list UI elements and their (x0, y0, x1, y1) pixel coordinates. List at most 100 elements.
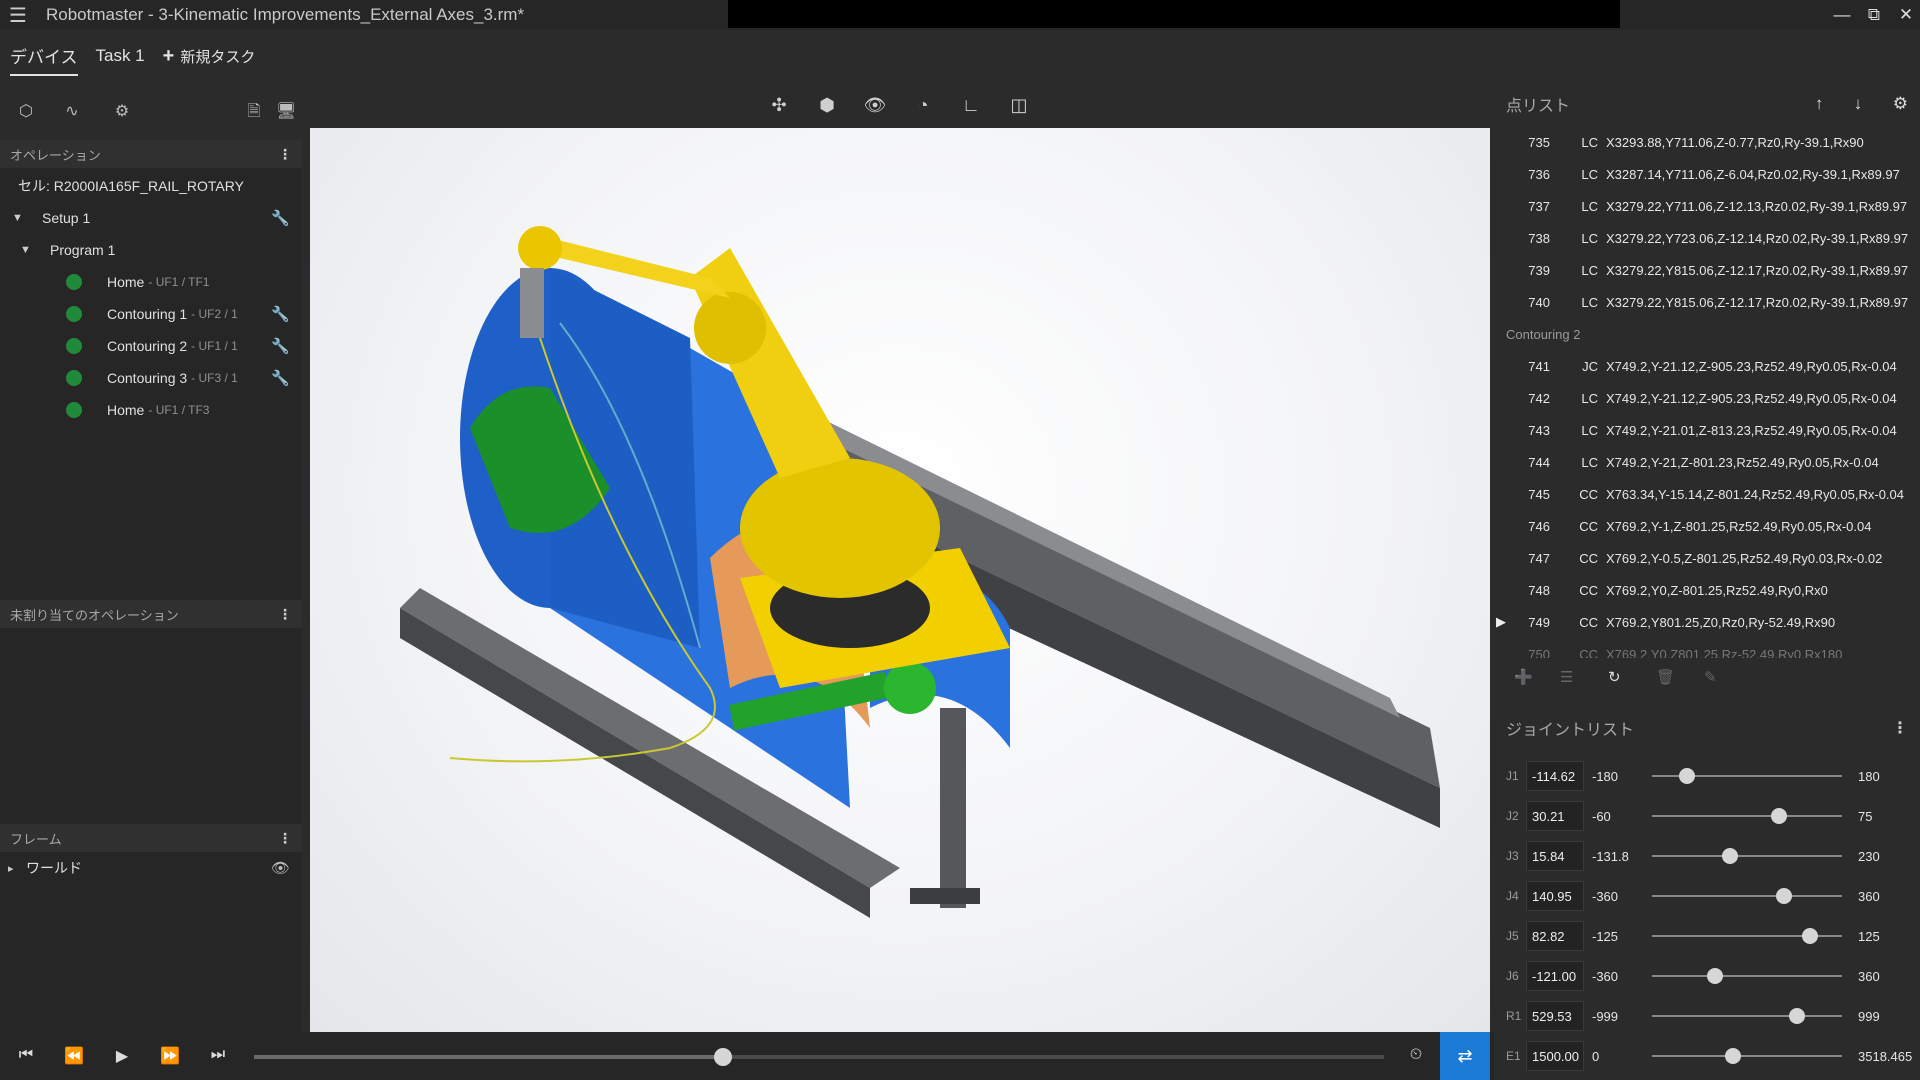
chevron-down-icon[interactable]: ▼ (20, 244, 32, 256)
point-row[interactable]: 736 LC X3287.14,Y711.06,Z-6.04,Rz0.02,Ry-3… (1494, 158, 1920, 190)
kebab-icon[interactable]: ⋮ (278, 830, 292, 847)
world-row[interactable]: ▸ ワールド 👁 (0, 852, 302, 884)
joint-value-input[interactable]: -121.00 (1526, 961, 1584, 991)
joint-value-input[interactable]: 529.53 (1526, 1001, 1584, 1031)
list-icon[interactable]: ☰ (1560, 668, 1573, 686)
cell-row[interactable]: セル: R2000IA165F_RAIL_ROTARY (0, 170, 302, 202)
joint-value-input[interactable]: -114.62 (1526, 761, 1584, 791)
trash-icon[interactable]: 🗑 (1656, 668, 1675, 686)
joint-value-input[interactable]: 15.84 (1526, 841, 1584, 871)
close-icon[interactable]: ✕ (1890, 0, 1920, 30)
minimize-icon[interactable]: — (1826, 0, 1858, 30)
kebab-icon[interactable]: ⋮ (1892, 718, 1908, 738)
gear-icon[interactable]: ⚙ (1893, 94, 1908, 113)
joint-slider-track[interactable] (1652, 895, 1842, 897)
point-row[interactable]: 742 LC X749.2,Y-21.12,Z-905.23,Rz52.49,Ry0… (1494, 382, 1920, 414)
skip-end-icon[interactable]: ⏭ (208, 1046, 228, 1064)
joint-slider-track[interactable] (1652, 975, 1842, 977)
kebab-icon[interactable]: ⋮ (278, 606, 292, 623)
joint-slider-thumb[interactable] (1724, 1048, 1741, 1064)
fit-view-icon[interactable]: ✣ (766, 92, 792, 118)
wrench-icon[interactable]: 🔧 (271, 369, 290, 387)
point-row[interactable]: 735 LC X3293.88,Y711.06,Z-0.77,Rz0,Ry-39.1… (1494, 126, 1920, 158)
operation-row[interactable]: Contouring 1 - UF2 / 1 🔧 (0, 298, 302, 330)
point-type: LC (1581, 198, 1598, 214)
point-row[interactable]: 745 CC X763.34,Y-15.14,Z-801.24,Rz52.49,Ry… (1494, 478, 1920, 510)
tab-device[interactable]: デバイス (10, 37, 78, 76)
skip-start-icon[interactable]: ⏮ (16, 1046, 36, 1064)
fast-forward-icon[interactable]: ⏩ (160, 1046, 180, 1066)
joint-name: J2 (1506, 809, 1519, 823)
eye-icon[interactable]: 👁 (862, 92, 888, 118)
joint-slider-thumb[interactable] (1789, 1008, 1806, 1024)
gear-icon[interactable]: ⚙ (112, 102, 132, 122)
joint-slider-thumb[interactable] (1776, 888, 1793, 904)
point-row[interactable]: 746 CC X769.2,Y-1,Z-801.25,Rz52.49,Ry0.05,… (1494, 510, 1920, 542)
point-row[interactable]: 743 LC X749.2,Y-21.01,Z-813.23,Rz52.49,Ry0… (1494, 414, 1920, 446)
new-task-button[interactable]: + 新規タスク (163, 45, 256, 68)
3d-viewport[interactable] (310, 128, 1490, 1032)
operation-row[interactable]: Contouring 3 - UF3 / 1 🔧 (0, 362, 302, 394)
point-row[interactable]: 748 CC X769.2,Y0,Z-801.25,Rz52.49,Ry0,Rx0 (1494, 574, 1920, 606)
edit-icon[interactable]: ✎ (1704, 668, 1717, 686)
point-type: CC (1579, 486, 1598, 502)
joint-value-input[interactable]: 82.82 (1526, 921, 1584, 951)
speed-icon[interactable]: ⏲ (1406, 1046, 1426, 1064)
point-list[interactable]: 735 LC X3293.88,Y711.06,Z-0.77,Rz0,Ry-39.1… (1494, 126, 1920, 659)
point-row[interactable]: 744 LC X749.2,Y-21,Z-801.23,Rz52.49,Ry0.05… (1494, 446, 1920, 478)
kebab-icon[interactable]: ⋮ (278, 146, 292, 163)
eye-slash-icon[interactable]: 👁 (271, 859, 290, 877)
operation-row[interactable]: Home - UF1 / TF1 (0, 266, 302, 298)
arrow-up-icon[interactable]: ↑ (1815, 94, 1824, 113)
joint-slider-thumb[interactable] (1770, 808, 1787, 824)
joint-slider-thumb[interactable] (1707, 968, 1724, 984)
point-row[interactable]: 738 LC X3279.22,Y723.06,Z-12.14,Rz0.02,Ry-… (1494, 222, 1920, 254)
chevron-right-icon[interactable]: ▸ (8, 862, 20, 875)
wrench-icon[interactable]: 🔧 (271, 209, 290, 227)
joint-slider-track[interactable] (1652, 1055, 1842, 1057)
operation-row[interactable]: Contouring 2 - UF1 / 1 🔧 (0, 330, 302, 362)
joint-slider-thumb[interactable] (1721, 848, 1738, 864)
add-icon[interactable]: ➕ (1514, 668, 1533, 686)
chevron-down-icon[interactable]: ▼ (12, 212, 24, 224)
cell-icon[interactable]: ⬡ (16, 102, 36, 122)
point-number: 741 (1528, 358, 1550, 374)
loop-button[interactable]: ⇄ (1440, 1032, 1490, 1080)
point-row[interactable]: 747 CC X769.2,Y-0.5,Z-801.25,Rz52.49,Ry0.0… (1494, 542, 1920, 574)
wrench-icon[interactable]: 🔧 (271, 337, 290, 355)
cube-view-icon[interactable]: ⬢ (814, 92, 840, 118)
play-icon[interactable]: ▶ (112, 1046, 132, 1066)
tab-task-1[interactable]: Task 1 (96, 40, 145, 72)
operation-row[interactable]: Home - UF1 / TF3 (0, 394, 302, 426)
joint-slider-track[interactable] (1652, 855, 1842, 857)
monitor-icon[interactable]: 🖥 (276, 102, 296, 122)
joint-value-input[interactable]: 140.95 (1526, 881, 1584, 911)
point-row[interactable]: 737 LC X3279.22,Y711.06,Z-12.13,Rz0.02,Ry-… (1494, 190, 1920, 222)
document-icon[interactable]: 🗎 (244, 102, 264, 122)
program-row[interactable]: ▼ Program 1 (0, 234, 302, 266)
shading-icon[interactable]: ◔ (910, 92, 936, 118)
joint-slider-track[interactable] (1652, 1015, 1842, 1017)
joint-slider-thumb[interactable] (1801, 928, 1818, 944)
restore-icon[interactable]: ⧉ (1858, 0, 1890, 30)
hamburger-icon[interactable]: ☰ (0, 0, 36, 30)
point-row[interactable]: 741 JC X749.2,Y-21.12,Z-905.23,Rz52.49,Ry0… (1494, 350, 1920, 382)
path-display-icon[interactable]: ∟ (958, 92, 984, 118)
wrench-icon[interactable]: 🔧 (271, 305, 290, 323)
path-icon[interactable]: ∿ (62, 102, 82, 122)
joint-value-input[interactable]: 30.21 (1526, 801, 1584, 831)
joint-value-input[interactable]: 1500.00 (1526, 1041, 1584, 1071)
point-row[interactable]: 739 LC X3279.22,Y815.06,Z-12.17,Rz0.02,Ry-… (1494, 254, 1920, 286)
joint-slider-track[interactable] (1652, 815, 1842, 817)
rewind-icon[interactable]: ⏪ (64, 1046, 84, 1066)
frames-tree: ▸ ワールド 👁 (0, 852, 302, 1058)
arrow-down-icon[interactable]: ↓ (1854, 94, 1863, 113)
point-row[interactable]: ▶ 749 CC X769.2,Y801.25,Z0,Rz0,Ry-52.49,Rx9… (1494, 606, 1920, 638)
point-row[interactable]: 740 LC X3279.22,Y815.06,Z-12.17,Rz0.02,Ry-… (1494, 286, 1920, 318)
setup-row[interactable]: ▼ Setup 1 🔧 (0, 202, 302, 234)
joint-slider-thumb[interactable] (1678, 768, 1695, 784)
playback-thumb[interactable] (713, 1048, 732, 1066)
undo-icon[interactable]: ↻ (1608, 668, 1621, 686)
filter-icon[interactable]: ◫ (1006, 92, 1032, 118)
point-row[interactable]: 750 CC X769.2,Y0,Z801.25,Rz-52.49,Ry0,Rx18… (1494, 638, 1920, 659)
